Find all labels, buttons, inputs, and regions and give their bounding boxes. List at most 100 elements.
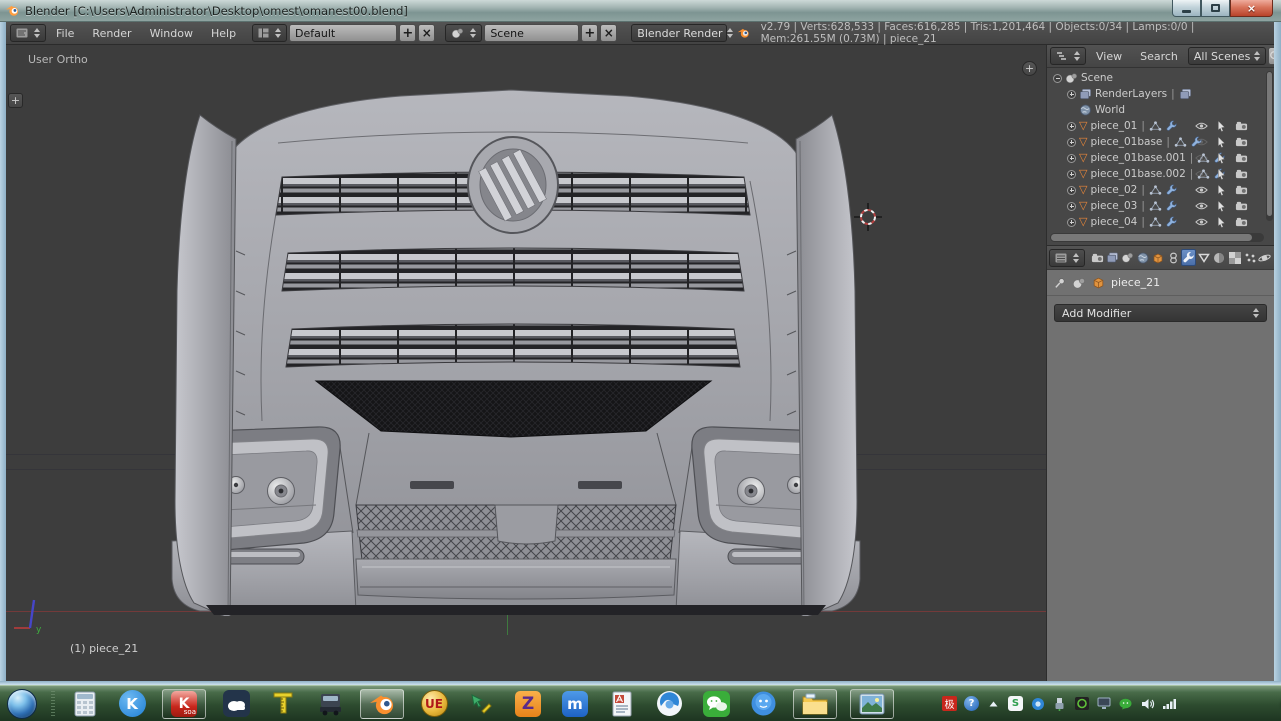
taskbar-calculator[interactable] (68, 689, 102, 719)
s-tray-icon[interactable]: S (1008, 696, 1023, 711)
show-hidden-icons-button[interactable] (986, 696, 1001, 711)
viewport-3d[interactable]: User Ortho (6, 45, 1046, 659)
tab-texture[interactable] (1228, 249, 1242, 266)
expand-icon[interactable] (1067, 202, 1076, 211)
minimize-button[interactable] (1172, 0, 1201, 17)
cursor-arrow-icon[interactable] (1215, 168, 1228, 180)
eye-icon[interactable] (1195, 120, 1208, 132)
ime-indicator[interactable]: 极 (942, 696, 957, 711)
scene-context-icon[interactable] (1072, 277, 1086, 289)
menu-search[interactable]: Search (1132, 50, 1186, 63)
screen-layout-icon-button[interactable] (252, 24, 287, 42)
camera-icon[interactable] (1235, 152, 1248, 164)
outliner-row-renderlayers[interactable]: RenderLayers (1047, 86, 1274, 102)
expand-icon[interactable] (1067, 218, 1076, 227)
menu-file[interactable]: File (48, 27, 82, 40)
cursor-arrow-icon[interactable] (1215, 120, 1228, 132)
tab-particles[interactable] (1243, 249, 1257, 266)
tab-modifiers[interactable] (1181, 249, 1196, 266)
tab-physics[interactable] (1258, 249, 1272, 266)
cursor-arrow-icon[interactable] (1215, 136, 1228, 148)
tab-material[interactable] (1212, 249, 1226, 266)
maximize-button[interactable] (1201, 0, 1230, 17)
taskbar-ruler-tool[interactable] (266, 689, 300, 719)
add-scene-button[interactable] (581, 24, 598, 42)
outliner-scope-select[interactable]: All Scenes (1188, 47, 1266, 65)
outliner-row-scene[interactable]: Scene (1047, 70, 1274, 86)
window-titlebar[interactable]: Blender [C:\Users\Administrator\Desktop\… (0, 0, 1281, 22)
menu-view[interactable]: View (1088, 50, 1130, 63)
tab-render-layers[interactable] (1105, 249, 1119, 266)
taskbar-qq[interactable] (746, 689, 780, 719)
eye-icon[interactable] (1195, 168, 1208, 180)
expand-icon[interactable] (1067, 90, 1076, 99)
outliner-horizontal-scrollbar[interactable] (1050, 233, 1264, 242)
camera-icon[interactable] (1235, 184, 1248, 196)
outliner-item-label[interactable]: World (1095, 104, 1125, 116)
camera-icon[interactable] (1235, 216, 1248, 228)
expand-icon[interactable] (1067, 186, 1076, 195)
outliner-row-piece-01base-001[interactable]: ▽ piece_01base.001 (1047, 150, 1274, 166)
outliner-item-label[interactable]: Scene (1081, 72, 1113, 84)
outliner-item-label[interactable]: piece_01base.002 (1090, 168, 1185, 180)
delete-scene-button[interactable] (600, 24, 617, 42)
editor-type-button[interactable] (10, 24, 46, 42)
scrollbar-thumb[interactable] (1267, 72, 1272, 216)
tab-world[interactable] (1136, 249, 1150, 266)
outliner-row-piece-04[interactable]: ▽ piece_04 (1047, 214, 1274, 230)
taskbar-photo-viewer[interactable] (850, 689, 894, 719)
expand-icon[interactable] (1067, 170, 1076, 179)
taskbar-truck-game[interactable] (313, 689, 347, 719)
eye-icon[interactable] (1195, 200, 1208, 212)
add-layout-button[interactable] (399, 24, 416, 42)
tab-constraints[interactable] (1166, 249, 1180, 266)
tab-data[interactable] (1197, 249, 1211, 266)
add-modifier-dropdown[interactable]: Add Modifier (1054, 304, 1267, 322)
menu-window[interactable]: Window (142, 27, 201, 40)
nvidia-tray-icon[interactable] (1074, 696, 1089, 711)
close-button[interactable]: × (1230, 0, 1273, 17)
monitor-tray-icon[interactable] (1096, 696, 1111, 711)
tab-render[interactable] (1090, 249, 1104, 266)
taskbar-ultraedit[interactable]: UE (417, 689, 451, 719)
editor-type-button[interactable] (1050, 47, 1086, 65)
c ursor-arrow-icon[interactable] (1215, 184, 1228, 196)
scrollbar-thumb[interactable] (1051, 234, 1252, 241)
camera-icon[interactable] (1235, 136, 1248, 148)
tab-object[interactable] (1151, 249, 1165, 266)
taskbar-screen-capture[interactable] (464, 689, 498, 719)
outliner-row-piece-01base[interactable]: ▽ piece_01base (1047, 134, 1274, 150)
render-engine-select[interactable]: Blender Render (631, 24, 727, 42)
toolshelf-expand-button[interactable] (8, 93, 23, 108)
taskbar-z-archive[interactable]: Z (511, 689, 545, 719)
usb-tray-icon[interactable] (1052, 696, 1067, 711)
cursor-arrow-icon[interactable] (1215, 200, 1228, 212)
network-tray-icon[interactable] (1162, 696, 1177, 711)
blue-app-tray-icon[interactable] (1030, 696, 1045, 711)
taskbar-word-doc[interactable] (605, 689, 639, 719)
taskbar-maxthon[interactable]: m (558, 689, 592, 719)
outliner-item-label[interactable]: piece_04 (1090, 216, 1137, 228)
outliner-item-label[interactable]: piece_03 (1090, 200, 1137, 212)
outliner-item-label[interactable]: piece_01 (1090, 120, 1137, 132)
outliner-item-label[interactable]: piece_01base.001 (1090, 152, 1185, 164)
outliner-row-piece-03[interactable]: ▽ piece_03 (1047, 198, 1274, 214)
cursor-arrow-icon[interactable] (1215, 152, 1228, 164)
collapse-icon[interactable] (1053, 74, 1062, 83)
outliner-row-piece-01[interactable]: ▽ piece_01 (1047, 118, 1274, 134)
taskbar-ksoa[interactable]: K soa (162, 689, 206, 719)
expand-icon[interactable] (1067, 122, 1076, 131)
volume-tray-icon[interactable] (1140, 696, 1155, 711)
scene-icon-button[interactable] (445, 24, 482, 42)
taskbar-kugou[interactable]: K (115, 689, 149, 719)
outliner-vertical-scrollbar[interactable] (1266, 71, 1273, 221)
cursor-arrow-icon[interactable] (1215, 216, 1228, 228)
expand-icon[interactable] (1067, 138, 1076, 147)
menu-help[interactable]: Help (203, 27, 244, 40)
eye-icon[interactable] (1195, 216, 1208, 228)
screen-layout-field[interactable]: Default (289, 24, 397, 42)
camera-icon[interactable] (1235, 168, 1248, 180)
tab-scene[interactable] (1120, 249, 1134, 266)
menu-render[interactable]: Render (84, 27, 139, 40)
eye-icon[interactable] (1195, 152, 1208, 164)
